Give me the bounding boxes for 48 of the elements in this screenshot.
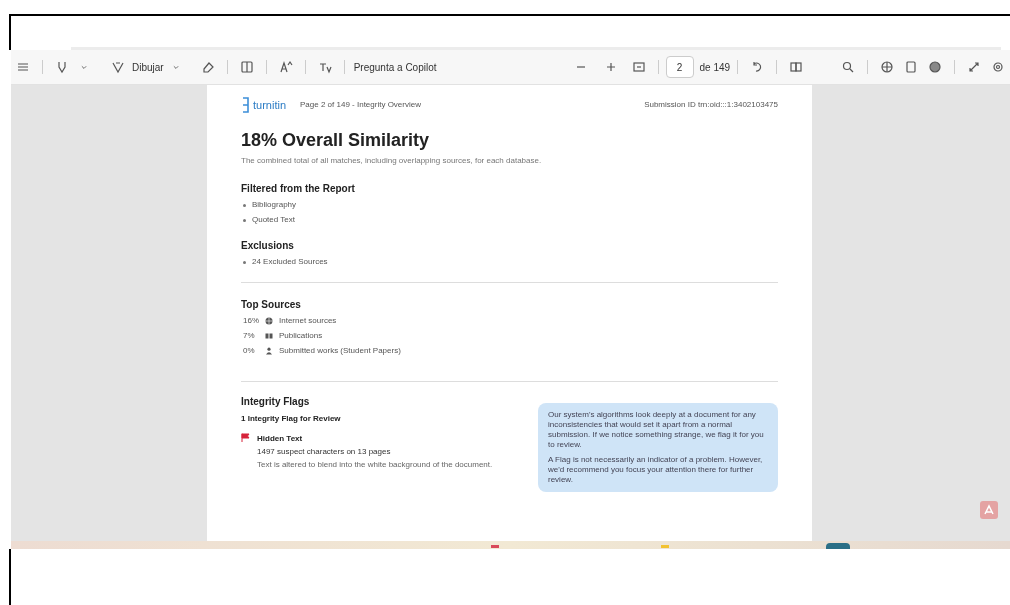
section-heading: Top Sources [241,298,302,312]
book-icon [265,332,273,340]
expand-icon[interactable] [967,60,981,74]
section-heading: Exclusions [241,239,295,253]
report-subtitle: The combined total of all matches, including overlapping sources, for each database. [241,155,543,167]
print-icon[interactable] [904,60,918,74]
bullet-icon [243,260,246,264]
copilot-button[interactable]: Pregunta a Copilot [351,59,439,75]
flag-title: Hidden Text [257,433,304,445]
globe-icon[interactable] [880,60,894,74]
flag-icon [241,433,250,442]
bullet-icon [243,203,246,207]
translate-icon[interactable] [317,60,332,74]
page-layout-icon[interactable] [789,60,804,74]
report-title: 18% Overall Similarity [241,129,431,151]
search-icon[interactable] [841,60,855,74]
note-paragraph: A Flag is not necessarily an indicator of a problem. However, we'd recommend you focus your attention there for further review. [548,455,764,485]
list-item: 24 Excluded Sources [252,256,328,268]
pen-icon[interactable] [111,60,125,74]
list-item: Quoted Text [252,214,295,226]
page-view-icon[interactable] [239,60,254,74]
source-percent: 16% [243,315,260,327]
submission-id: Submission ID trn:oid:::1:3402103475 [644,99,778,111]
turnitin-logo: turnitin [241,96,287,114]
eraser-icon[interactable] [200,60,215,74]
source-label: Submitted works (Student Papers) [279,345,401,357]
page-total: de 149 [699,60,731,75]
source-label: Publications [279,330,323,342]
bullet-icon [243,218,246,222]
section-heading: Integrity Flags [241,395,311,409]
flag-count: 1 Integrity Flag for Review [241,413,342,425]
settings-icon[interactable] [991,60,1005,74]
source-label: Internet sources [279,315,337,327]
globe-icon [265,317,273,325]
section-heading: Filtered from the Report [241,182,356,196]
page-number-field[interactable]: 2 [665,56,694,78]
person-icon [265,347,273,355]
source-percent: 0% [243,345,256,357]
fit-page-icon[interactable] [631,60,646,74]
list-item: Bibliography [252,199,297,211]
highlighter-icon[interactable] [55,60,69,74]
draw-button[interactable]: Dibujar [130,59,166,75]
note-paragraph: Our system's algorithms look deeply at a document for any inconsistencies that would set it apart from a normal submission. If we notice something strange, we flag it for you to review. [548,410,765,450]
flag-description: Text is altered to blend into the white background of the document. [257,459,493,471]
read-aloud-icon[interactable] [278,60,293,74]
flag-detail: 1497 suspect characters on 13 pages [257,446,392,458]
source-percent: 7% [243,330,256,342]
page-info: Page 2 of 149 - Integrity Overview [300,99,421,111]
